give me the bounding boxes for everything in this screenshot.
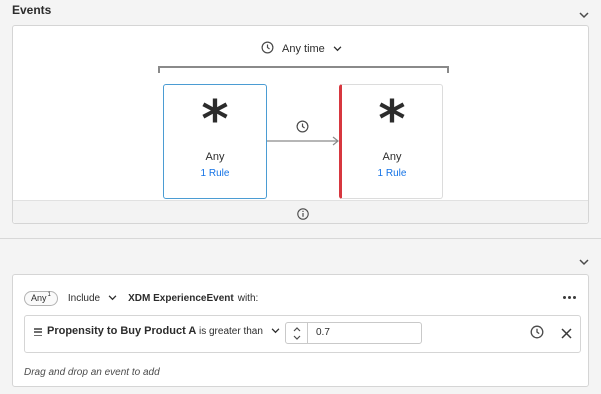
event-card-name: Any <box>382 151 402 163</box>
event-card-rule-link[interactable]: 1 Rule <box>378 168 407 179</box>
any-badge[interactable]: Any 1 <box>24 290 58 306</box>
asterisk-icon: * <box>201 90 229 150</box>
chevron-down-icon <box>108 293 117 304</box>
operator-label: is greater than <box>199 326 263 337</box>
include-dropdown[interactable]: Include <box>68 293 117 304</box>
condition-attribute: Propensity to Buy Product A <box>47 325 197 337</box>
event-card-rule-link[interactable]: 1 Rule <box>201 168 230 179</box>
events-title: Events <box>12 3 52 17</box>
drag-drop-hint: Drag and drop an event to add <box>24 367 160 378</box>
time-selector-label: Any time <box>282 43 325 55</box>
any-badge-label: Any <box>31 293 47 303</box>
sequence-arrow-icon <box>267 133 341 151</box>
close-icon[interactable] <box>561 326 572 344</box>
section-divider <box>0 238 601 239</box>
chevron-down-icon <box>333 43 342 55</box>
more-icon[interactable] <box>563 296 576 299</box>
operator-dropdown[interactable]: is greater than <box>199 326 280 337</box>
value-input[interactable]: 0.7 <box>307 322 422 344</box>
condition-clock-icon[interactable] <box>530 325 544 344</box>
chevron-down-icon[interactable] <box>293 335 301 340</box>
event-card-1[interactable]: * Any 1 Rule <box>163 84 267 199</box>
any-badge-count: 1 <box>47 292 51 298</box>
event-type: XDM ExperienceEvent <box>128 292 234 304</box>
rule-collapse-chevron-down-icon[interactable] <box>577 255 591 269</box>
drag-handle-icon[interactable] <box>34 328 42 336</box>
event-card-2[interactable]: * Any 1 Rule <box>339 84 443 199</box>
clock-icon <box>261 41 274 57</box>
value-stepper[interactable] <box>285 322 308 344</box>
time-bracket <box>158 66 449 73</box>
asterisk-icon: * <box>378 90 406 150</box>
info-icon[interactable] <box>297 207 309 225</box>
events-collapse-chevron-down-icon[interactable] <box>577 8 591 22</box>
time-selector[interactable]: Any time <box>261 40 342 58</box>
chevron-down-icon <box>271 326 280 337</box>
rule-header: Any 1 Include XDM ExperienceEvent with: <box>24 290 258 306</box>
event-card-name: Any <box>205 151 225 163</box>
with-label: with: <box>237 292 259 304</box>
chevron-up-icon[interactable] <box>293 326 301 332</box>
include-label: Include <box>67 292 101 304</box>
